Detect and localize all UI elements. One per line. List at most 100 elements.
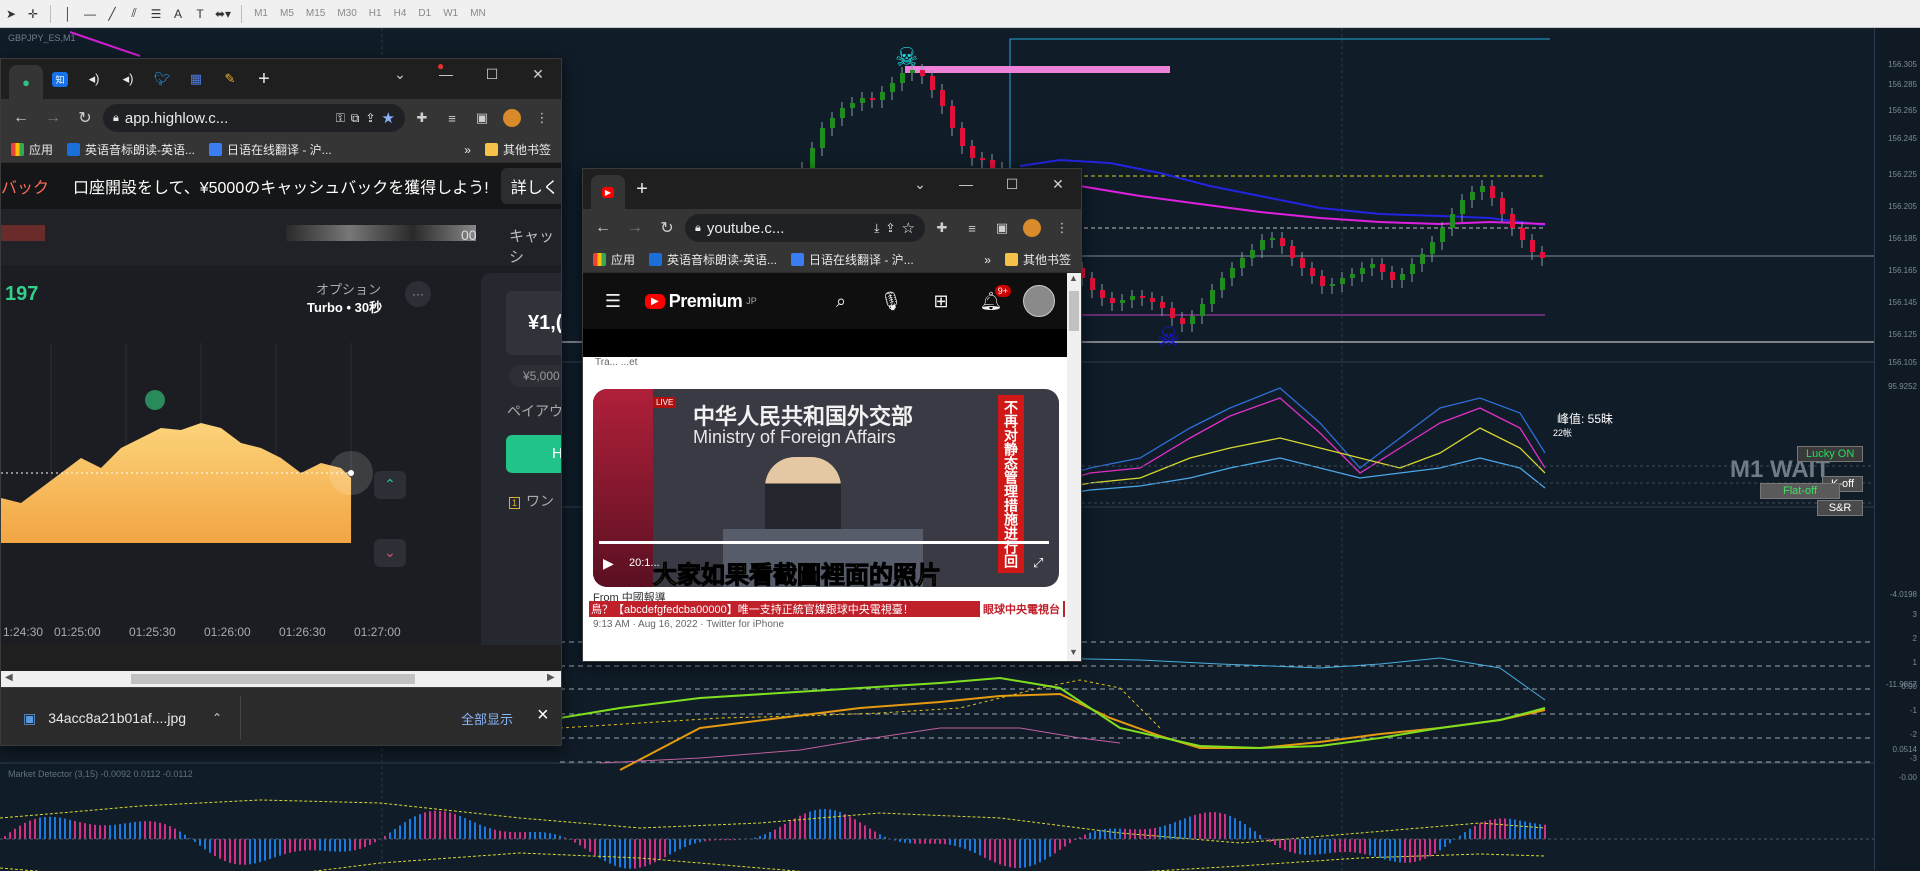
shapes-icon[interactable]: ⬌▾ bbox=[211, 3, 235, 25]
more-bookmarks[interactable]: » bbox=[464, 143, 471, 157]
queue-icon[interactable]: ≡ bbox=[439, 105, 465, 131]
timeframe-m30[interactable]: M30 bbox=[331, 8, 362, 19]
new-tab-button[interactable]: + bbox=[247, 64, 281, 94]
tab-zhihu[interactable]: 知 bbox=[43, 64, 77, 94]
timeframe-w1[interactable]: W1 bbox=[437, 8, 464, 19]
timeframe-m15[interactable]: M15 bbox=[300, 8, 331, 19]
amount-input[interactable]: ¥1,( bbox=[506, 291, 561, 355]
other-bookmarks[interactable]: 其他书签 bbox=[1004, 251, 1071, 268]
crosshair-icon[interactable]: ✛ bbox=[22, 3, 44, 25]
bookmark-phonetics[interactable]: 英语音标朗读-英语... bbox=[649, 251, 777, 268]
tab-search-icon[interactable]: ⌄ bbox=[377, 59, 423, 89]
download-item[interactable]: ▣ 34acc8a21b01af....jpg ⌃ bbox=[1, 696, 241, 740]
sidepanel-icon[interactable]: ▣ bbox=[989, 215, 1015, 241]
tab-highlow[interactable]: ● bbox=[9, 65, 43, 99]
youtube-premium-logo[interactable]: ▶ Premium JP bbox=[645, 291, 757, 312]
minimize-button[interactable]: — bbox=[943, 169, 989, 199]
tab-search-icon[interactable]: ⌄ bbox=[897, 169, 943, 199]
close-window-button[interactable]: ✕ bbox=[1035, 169, 1081, 199]
tab-app[interactable]: ▦ bbox=[179, 64, 213, 94]
notifications-icon[interactable]: 🔔︎ 9+ bbox=[973, 283, 1011, 319]
timeframe-mn[interactable]: MN bbox=[464, 8, 492, 19]
minimize-button[interactable]: — bbox=[423, 59, 469, 89]
scroll-thumb[interactable] bbox=[131, 674, 415, 684]
tab-audio-2[interactable]: ◂) bbox=[111, 64, 145, 94]
bookmark-phonetics[interactable]: 英语音标朗读-英语... bbox=[67, 141, 195, 158]
menu-icon[interactable]: ⋮ bbox=[1049, 215, 1075, 241]
bookmark-apps[interactable]: 应用 bbox=[11, 141, 53, 158]
timeframe-m5[interactable]: M5 bbox=[274, 8, 300, 19]
low-arrow-button[interactable]: ⌄ bbox=[374, 539, 406, 567]
create-video-icon[interactable]: ⊞ bbox=[923, 283, 959, 319]
translate-icon[interactable]: ⧉ bbox=[351, 111, 360, 126]
bookmark-translate[interactable]: 日语在线翻译 - 沪... bbox=[791, 251, 914, 268]
more-bookmarks[interactable]: » bbox=[984, 253, 991, 267]
lucky-on-button[interactable]: Lucky ON bbox=[1797, 446, 1864, 462]
share-icon[interactable]: ⇪ bbox=[885, 221, 895, 235]
text-icon[interactable]: A bbox=[167, 3, 189, 25]
sidepanel-icon[interactable]: ▣ bbox=[469, 105, 495, 131]
tab-youtube[interactable]: ▶ bbox=[591, 175, 625, 209]
vertical-scrollbar[interactable]: ▲ ▼ bbox=[1067, 273, 1081, 661]
vertical-line-icon[interactable]: │ bbox=[57, 3, 79, 25]
banner-detail-button[interactable]: 詳しく bbox=[500, 168, 561, 204]
fullscreen-icon[interactable]: ⤢ bbox=[1033, 555, 1043, 571]
hamburger-menu-icon[interactable]: ☰ bbox=[595, 283, 631, 319]
maximize-button[interactable]: ☐ bbox=[469, 59, 515, 89]
one-click-checkbox[interactable]: 1 ワン bbox=[509, 491, 554, 511]
cashback-tab[interactable]: キャッシ bbox=[509, 225, 561, 267]
profile-avatar[interactable] bbox=[1019, 215, 1045, 241]
microphone-icon[interactable]: 🎙︎ bbox=[873, 283, 909, 319]
forward-button[interactable]: → bbox=[621, 214, 649, 242]
other-bookmarks[interactable]: 其他书签 bbox=[484, 141, 551, 158]
video-progress[interactable] bbox=[599, 541, 1049, 544]
channel-icon[interactable]: ⫽ bbox=[123, 3, 145, 25]
horizontal-line-icon[interactable]: — bbox=[79, 3, 101, 25]
install-icon[interactable]: ⤓ bbox=[874, 221, 879, 236]
scroll-right-button[interactable]: ▶ bbox=[547, 672, 555, 683]
fibonacci-icon[interactable]: ☰ bbox=[145, 3, 167, 25]
close-shelf-button[interactable]: × bbox=[537, 704, 549, 727]
account-avatar[interactable] bbox=[1023, 285, 1055, 317]
address-bar[interactable]: 🔒︎ youtube.c... ⤓ ⇪ ☆ bbox=[685, 214, 925, 242]
high-button[interactable]: H bbox=[506, 435, 561, 473]
video-player[interactable]: 中华人民共和国外交部 Ministry of Foreign Affairs 不… bbox=[593, 389, 1059, 587]
profile-avatar[interactable] bbox=[499, 105, 525, 131]
flat-off-button[interactable]: Flat-off bbox=[1760, 483, 1840, 499]
play-icon[interactable]: ▶ bbox=[603, 555, 614, 572]
menu-icon[interactable]: ⋮ bbox=[529, 105, 555, 131]
label-icon[interactable]: T bbox=[189, 3, 211, 25]
star-icon[interactable]: ★ bbox=[382, 109, 395, 127]
horizontal-scrollbar[interactable]: ◀ ▶ bbox=[1, 671, 561, 687]
key-icon[interactable]: ⚿ bbox=[336, 111, 345, 126]
extensions-icon[interactable]: ✚ bbox=[929, 215, 955, 241]
maximize-button[interactable]: ☐ bbox=[989, 169, 1035, 199]
close-window-button[interactable]: ✕ bbox=[515, 59, 561, 89]
timeframe-h1[interactable]: H1 bbox=[363, 8, 388, 19]
back-button[interactable]: ← bbox=[7, 104, 35, 132]
timeframe-h4[interactable]: H4 bbox=[388, 8, 413, 19]
new-tab-button[interactable]: + bbox=[625, 174, 659, 204]
show-all-button[interactable]: 全部显示 bbox=[461, 709, 513, 728]
tab-twitter[interactable]: 🐦︎ bbox=[145, 64, 179, 94]
chevron-up-icon[interactable]: ⌃ bbox=[212, 711, 222, 725]
queue-icon[interactable]: ≡ bbox=[959, 215, 985, 241]
share-icon[interactable]: ⇪ bbox=[365, 111, 375, 125]
timeframe-d1[interactable]: D1 bbox=[412, 8, 437, 19]
forward-button[interactable]: → bbox=[39, 104, 67, 132]
timeframe-m1[interactable]: M1 bbox=[248, 8, 274, 19]
high-arrow-button[interactable]: ⌃ bbox=[374, 471, 406, 499]
bookmark-translate[interactable]: 日语在线翻译 - 沪... bbox=[209, 141, 332, 158]
scroll-thumb[interactable] bbox=[1069, 291, 1079, 331]
extensions-icon[interactable]: ✚ bbox=[409, 105, 435, 131]
trendline-icon[interactable]: ╱ bbox=[101, 3, 123, 25]
cursor-icon[interactable]: ➤ bbox=[0, 3, 22, 25]
back-button[interactable]: ← bbox=[589, 214, 617, 242]
tab-pencil[interactable]: ✎ bbox=[213, 64, 247, 94]
sr-button[interactable]: S&R bbox=[1817, 500, 1863, 516]
scroll-up-button[interactable]: ▲ bbox=[1069, 273, 1078, 283]
more-options-button[interactable]: ··· bbox=[405, 281, 431, 307]
star-icon[interactable]: ☆ bbox=[902, 219, 915, 237]
amount-preset[interactable]: ¥5,000 bbox=[509, 365, 561, 387]
reload-button[interactable]: ↻ bbox=[653, 214, 681, 242]
